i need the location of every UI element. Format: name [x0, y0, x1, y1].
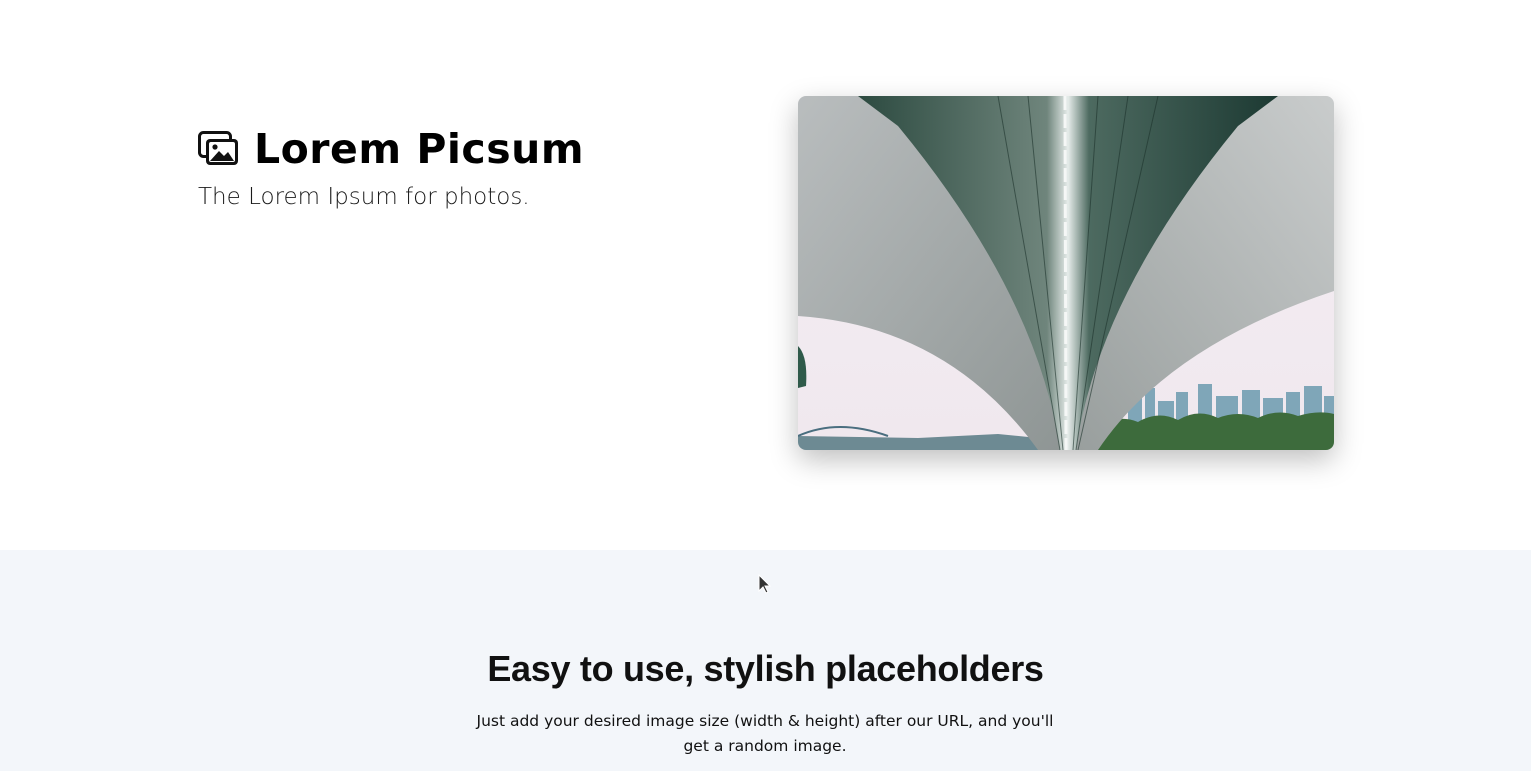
images-icon — [198, 131, 240, 167]
features-heading: Easy to use, stylish placeholders — [487, 648, 1044, 689]
features-description: Just add your desired image size (width … — [476, 712, 1054, 755]
brand: Lorem Picsum — [198, 126, 584, 172]
mouse-pointer-icon — [758, 574, 772, 594]
site-title: Lorem Picsum — [254, 125, 585, 173]
hero-photo — [798, 96, 1334, 450]
hero-section: Lorem Picsum The Lorem Ipsum for photos. — [0, 0, 1531, 550]
site-tagline: The Lorem Ipsum for photos. — [198, 184, 530, 210]
